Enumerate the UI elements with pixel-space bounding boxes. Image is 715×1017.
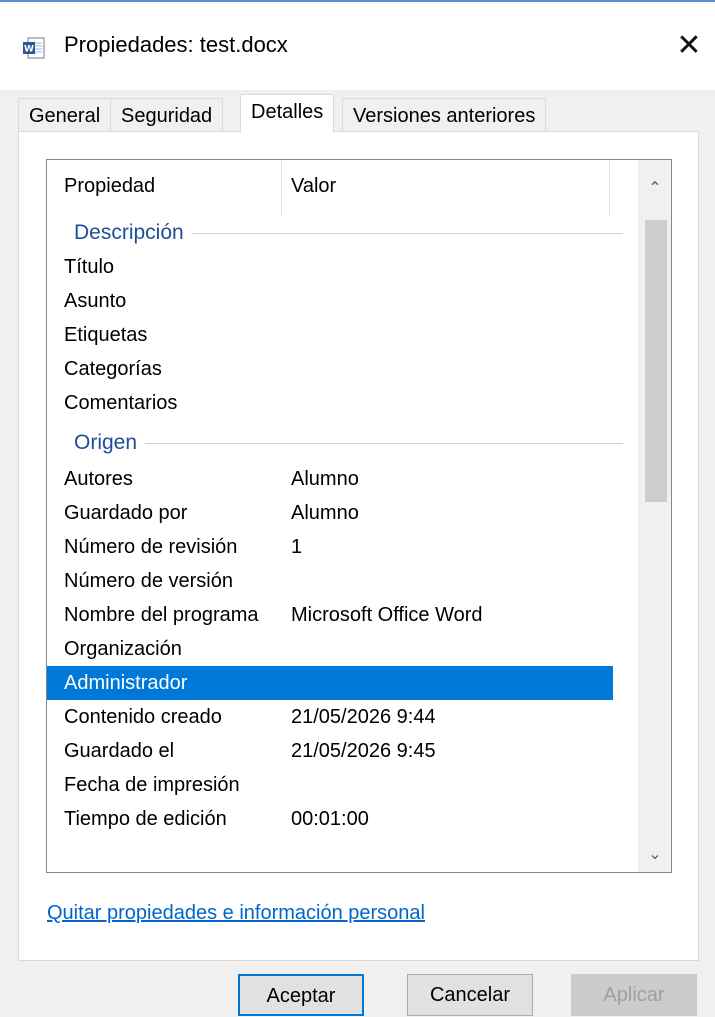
list-item[interactable]: Guardado por Alumno (47, 496, 613, 530)
property-name: Título (64, 256, 115, 278)
close-button[interactable]: ✕ (663, 22, 715, 70)
list-item[interactable]: Guardado el 21/05/2026 9:45 (47, 734, 613, 768)
list-item[interactable]: Etiquetas (47, 318, 613, 352)
property-name: Comentarios (64, 392, 178, 414)
list-item[interactable]: Fecha de impresión (47, 768, 613, 802)
properties-list[interactable]: Propiedad Valor Descripción Título Asunt… (46, 159, 672, 873)
column-header-property[interactable]: Propiedad (64, 160, 155, 216)
column-separator[interactable] (281, 160, 282, 216)
property-value: Microsoft Office Word (291, 604, 483, 626)
property-name: Asunto (64, 290, 127, 312)
property-value: 00:01:00 (291, 808, 369, 830)
group-label: Origen (74, 426, 146, 460)
property-name: Número de versión (64, 570, 233, 592)
tab-seguridad[interactable]: Seguridad (110, 98, 224, 132)
vertical-scrollbar[interactable]: ⌃ ⌄ (638, 160, 671, 872)
group-header-origin: Origen (47, 426, 623, 460)
list-item[interactable]: Comentarios (47, 386, 613, 420)
list-item[interactable]: Título (47, 250, 613, 284)
window-title: Propiedades: test.docx (64, 32, 288, 57)
list-item[interactable]: Asunto (47, 284, 613, 318)
list-item[interactable]: Contenido creado 21/05/2026 9:44 (47, 700, 613, 734)
list-item[interactable]: Número de versión (47, 564, 613, 598)
list-header: Propiedad Valor (47, 160, 623, 216)
group-header-description: Descripción (47, 216, 623, 250)
column-header-value[interactable]: Valor (291, 160, 336, 216)
property-name: Nombre del programa (64, 604, 259, 626)
list-item[interactable]: Tiempo de edición 00:01:00 (47, 802, 613, 836)
property-name: Autores (64, 468, 133, 490)
property-name: Fecha de impresión (64, 774, 240, 796)
group-label: Descripción (74, 216, 192, 250)
properties-dialog: W Propiedades: test.docx ✕ General Segur… (0, 0, 715, 1017)
details-panel: Propiedad Valor Descripción Título Asunt… (18, 131, 699, 961)
list-item[interactable]: Autores Alumno (47, 462, 613, 496)
ok-button[interactable]: Aceptar (238, 974, 364, 1016)
property-name: Contenido creado (64, 706, 222, 728)
tab-versiones-anteriores[interactable]: Versiones anteriores (342, 98, 547, 132)
property-name: Categorías (64, 358, 162, 380)
property-name: Etiquetas (64, 324, 148, 346)
property-name: Número de revisión (64, 536, 238, 558)
property-name: Administrador (64, 672, 188, 694)
property-value: Alumno (291, 468, 359, 490)
list-item[interactable]: Categorías (47, 352, 613, 386)
property-name: Tiempo de edición (64, 808, 227, 830)
scroll-down-icon[interactable]: ⌄ (639, 838, 671, 872)
scroll-thumb[interactable] (645, 220, 667, 502)
column-separator[interactable] (609, 160, 610, 216)
apply-button[interactable]: Aplicar (571, 974, 697, 1016)
property-name: Guardado por (64, 502, 188, 524)
list-item[interactable]: Organización (47, 632, 613, 666)
list-item[interactable]: Número de revisión 1 (47, 530, 613, 564)
remove-properties-link[interactable]: Quitar propiedades e información persona… (47, 902, 425, 925)
property-value: Alumno (291, 502, 359, 524)
cancel-button[interactable]: Cancelar (407, 974, 533, 1016)
tab-general[interactable]: General (18, 98, 112, 132)
tab-detalles[interactable]: Detalles (240, 94, 335, 133)
tab-bar: General Seguridad Detalles Versiones ant… (18, 94, 698, 133)
property-value: 1 (291, 536, 303, 558)
group-divider (74, 443, 623, 444)
list-item[interactable]: Nombre del programa Microsoft Office Wor… (47, 598, 613, 632)
property-name: Organización (64, 638, 182, 660)
word-document-icon: W (22, 36, 46, 60)
scroll-up-icon[interactable]: ⌃ (639, 172, 671, 206)
title-bar: W Propiedades: test.docx ✕ (0, 2, 715, 90)
svg-text:W: W (24, 45, 34, 55)
property-value: 21/05/2026 9:45 (291, 740, 436, 762)
list-item-selected[interactable]: Administrador (47, 666, 613, 700)
property-name: Guardado el (64, 740, 175, 762)
property-value: 21/05/2026 9:44 (291, 706, 436, 728)
